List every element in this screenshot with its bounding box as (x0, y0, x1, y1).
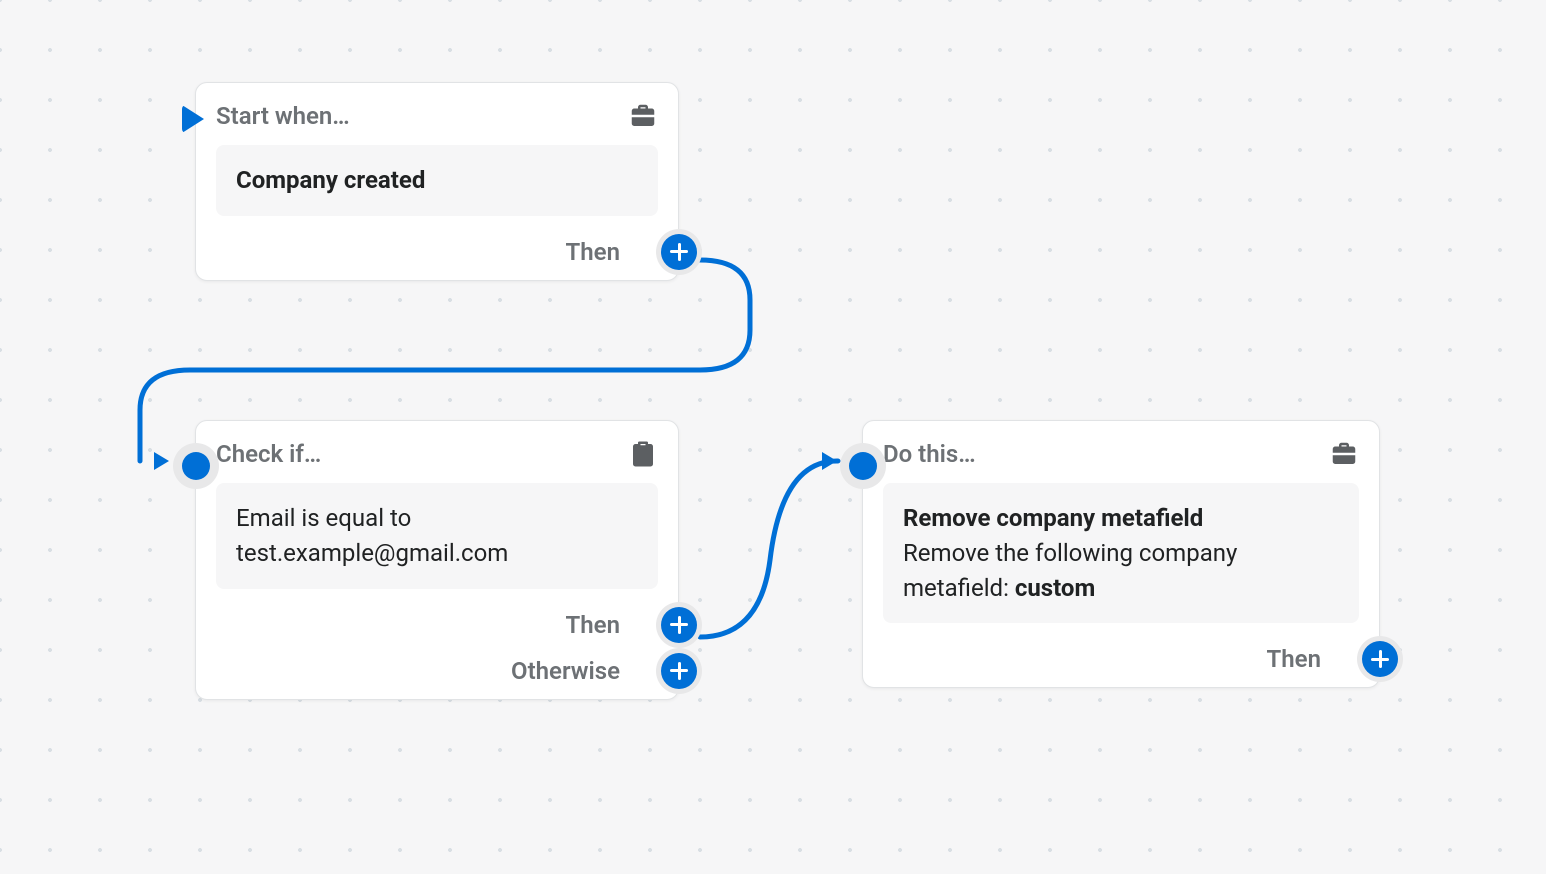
output-label: Then (566, 238, 620, 266)
output-then-row: Then (883, 645, 1359, 673)
action-summary: Remove company metafield Remove the foll… (883, 483, 1359, 623)
briefcase-icon (628, 101, 658, 131)
node-title: Check if… (216, 440, 321, 468)
add-step-button[interactable] (656, 602, 702, 648)
arrowhead-icon (154, 452, 169, 470)
add-step-button[interactable] (656, 648, 702, 694)
node-input-port (840, 443, 886, 489)
node-header: Do this… (883, 439, 1359, 469)
briefcase-icon (1329, 439, 1359, 469)
clipboard-check-icon (628, 439, 658, 469)
condition-node[interactable]: Check if… Email is equal to test.example… (195, 420, 679, 700)
trigger-event-name: Company created (236, 166, 425, 194)
node-title: Start when… (216, 102, 350, 130)
output-then-row: Then (216, 611, 658, 639)
action-name: Remove company metafield (903, 501, 1339, 536)
action-node[interactable]: Do this… Remove company metafield Remove… (862, 420, 1380, 688)
node-header: Check if… (216, 439, 658, 469)
start-marker-icon (182, 105, 204, 133)
add-step-button[interactable] (1357, 636, 1403, 682)
action-description: Remove the following company metafield: … (903, 536, 1339, 606)
add-step-button[interactable] (656, 229, 702, 275)
node-input-port (173, 443, 219, 489)
output-then-row: Then (216, 238, 658, 266)
output-otherwise-row: Otherwise (216, 657, 658, 685)
trigger-event-pill: Company created (216, 145, 658, 216)
output-label: Then (1267, 645, 1321, 673)
trigger-node[interactable]: Start when… Company created Then (195, 82, 679, 281)
output-label: Then (566, 611, 620, 639)
condition-summary: Email is equal to test.example@gmail.com (216, 483, 658, 589)
node-header: Start when… (216, 101, 658, 131)
output-label: Otherwise (511, 657, 620, 685)
node-title: Do this… (883, 440, 976, 468)
condition-text: Email is equal to test.example@gmail.com (236, 504, 508, 567)
arrowhead-icon (822, 452, 837, 470)
